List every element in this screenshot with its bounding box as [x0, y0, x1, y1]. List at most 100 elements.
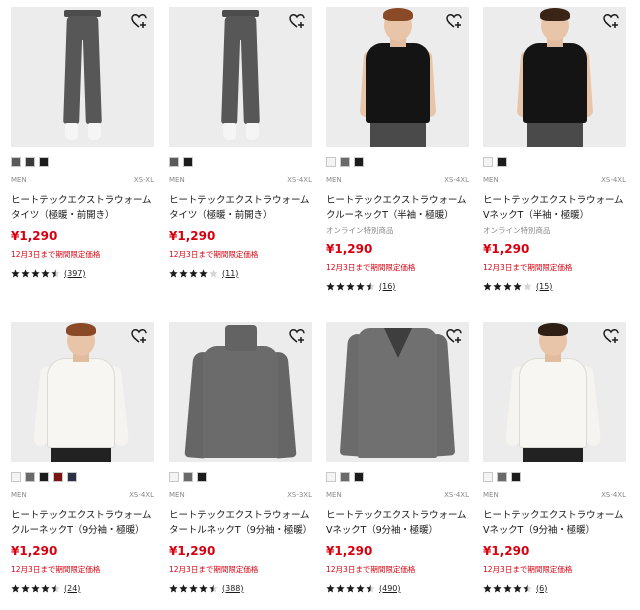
product-title[interactable]: ヒートテックエクストラウォームVネックT（9分袖・極暖） — [326, 508, 469, 538]
color-swatch[interactable] — [183, 157, 193, 167]
color-swatch[interactable] — [183, 472, 193, 482]
color-swatch[interactable] — [326, 472, 336, 482]
product-title[interactable]: ヒートテックエクストラウォームクルーネックT（半袖・極暖） — [326, 193, 469, 223]
star-rating — [11, 583, 60, 593]
product-meta: MEN XS-4XL — [169, 176, 312, 185]
color-swatch[interactable] — [67, 472, 77, 482]
product-title[interactable]: ヒートテックエクストラウォームクルーネックT（9分袖・極暖） — [11, 508, 154, 538]
color-swatch[interactable] — [497, 472, 507, 482]
heart-plus-icon[interactable] — [603, 13, 619, 29]
color-swatch[interactable] — [511, 472, 521, 482]
star-icon — [503, 281, 512, 290]
product-card[interactable]: MEN XS-4XL ヒートテックエクストラウォームVネックT（9分袖・極暖） ¥1,… — [326, 322, 469, 594]
product-card[interactable]: MEN XS-4XL ヒートテックエクストラウォームVネックT（9分袖・極暖） ¥1,… — [483, 322, 626, 594]
star-icon — [41, 268, 50, 277]
star-icon — [179, 583, 188, 592]
star-icon — [209, 268, 218, 277]
color-swatch[interactable] — [11, 157, 21, 167]
review-count-link[interactable]: (24) — [64, 584, 80, 593]
color-swatches — [11, 472, 154, 482]
color-swatch[interactable] — [169, 472, 179, 482]
color-swatch[interactable] — [483, 157, 493, 167]
product-price: ¥1,290 — [326, 544, 373, 558]
product-card[interactable]: MEN XS-4XL ヒートテックエクストラウォームVネックT（半袖・極暖） オンライ… — [483, 7, 626, 292]
color-swatch[interactable] — [39, 157, 49, 167]
product-image[interactable] — [326, 7, 469, 147]
star-icon — [336, 583, 345, 592]
color-swatch[interactable] — [354, 472, 364, 482]
product-image[interactable] — [169, 322, 312, 462]
product-image[interactable] — [483, 7, 626, 147]
review-count-link[interactable]: (11) — [222, 269, 238, 278]
star-rating — [11, 268, 60, 278]
color-swatch[interactable] — [11, 472, 21, 482]
color-swatch[interactable] — [39, 472, 49, 482]
product-grid: MEN XS-XL ヒートテックエクストラウォームタイツ（極暖・前開き） ¥1,290… — [0, 0, 640, 610]
color-swatch[interactable] — [25, 472, 35, 482]
color-swatch[interactable] — [483, 472, 493, 482]
color-swatches — [326, 157, 469, 167]
star-icon — [179, 268, 188, 277]
product-image[interactable] — [11, 7, 154, 147]
model-longsleeve — [519, 358, 587, 448]
product-card[interactable]: MEN XS-4XL ヒートテックエクストラウォームクルーネックT（半袖・極暖） オン… — [326, 7, 469, 292]
product-card[interactable]: MEN XS-3XL ヒートテックエクストラウォームタートルネックT（9分袖・極暖）… — [169, 322, 312, 594]
star-icon — [346, 281, 355, 290]
heart-plus-icon[interactable] — [446, 328, 462, 344]
color-swatch[interactable] — [197, 472, 207, 482]
sock-right — [246, 123, 259, 140]
limited-price-note: 12月3日まで期間限定価格 — [11, 250, 101, 259]
product-image[interactable] — [326, 322, 469, 462]
product-rating: (388) — [169, 582, 312, 594]
product-price: ¥1,290 — [169, 229, 216, 243]
model-pants — [523, 446, 583, 462]
color-swatch[interactable] — [53, 472, 63, 482]
color-swatch[interactable] — [326, 157, 336, 167]
review-count-link[interactable]: (15) — [536, 282, 552, 291]
size-range: XS-4XL — [444, 176, 469, 184]
product-image[interactable] — [169, 7, 312, 147]
product-card[interactable]: MEN XS-4XL ヒートテックエクストラウォームタイツ（極暖・前開き） ¥1,29… — [169, 7, 312, 279]
product-rating: (15) — [483, 280, 626, 292]
color-swatch[interactable] — [497, 157, 507, 167]
heart-plus-icon[interactable] — [446, 13, 462, 29]
heart-plus-icon[interactable] — [131, 328, 147, 344]
review-count-link[interactable]: (397) — [64, 269, 86, 278]
product-title[interactable]: ヒートテックエクストラウォームタートルネックT（9分袖・極暖） — [169, 508, 312, 538]
product-title[interactable]: ヒートテックエクストラウォームVネックT（9分袖・極暖） — [483, 508, 626, 538]
product-image[interactable] — [11, 322, 154, 462]
color-swatch[interactable] — [354, 157, 364, 167]
heart-plus-icon[interactable] — [289, 328, 305, 344]
product-title[interactable]: ヒートテックエクストラウォームタイツ（極暖・前開き） — [169, 193, 312, 223]
star-icon — [336, 281, 345, 290]
review-count-link[interactable]: (490) — [379, 584, 401, 593]
product-image[interactable] — [483, 322, 626, 462]
heart-plus-icon[interactable] — [289, 13, 305, 29]
product-title[interactable]: ヒートテックエクストラウォームタイツ（極暖・前開き） — [11, 193, 154, 223]
review-count-link[interactable]: (6) — [536, 584, 547, 593]
star-icon — [523, 281, 532, 290]
product-title[interactable]: ヒートテックエクストラウォームVネックT（半袖・極暖） — [483, 193, 626, 223]
shirt-body — [203, 346, 278, 458]
online-exclusive-note: オンライン特別商品 — [326, 226, 394, 235]
color-swatch[interactable] — [25, 157, 35, 167]
product-card[interactable]: MEN XS-4XL ヒートテックエクストラウォームクルーネックT（9分袖・極暖） ¥… — [11, 322, 154, 594]
product-card[interactable]: MEN XS-XL ヒートテックエクストラウォームタイツ（極暖・前開き） ¥1,290… — [11, 7, 154, 279]
product-meta: MEN XS-4XL — [483, 491, 626, 500]
gender-label: MEN — [11, 176, 27, 184]
heart-plus-icon[interactable] — [603, 328, 619, 344]
star-icon — [189, 583, 198, 592]
color-swatch[interactable] — [340, 472, 350, 482]
color-swatch[interactable] — [169, 157, 179, 167]
heart-plus-icon[interactable] — [131, 13, 147, 29]
review-count-link[interactable]: (388) — [222, 584, 244, 593]
star-icon — [21, 583, 30, 592]
review-count-link[interactable]: (16) — [379, 282, 395, 291]
product-rating: (397) — [11, 267, 154, 279]
limited-price-note: 12月3日まで期間限定価格 — [326, 565, 416, 574]
product-meta: MEN XS-4XL — [483, 176, 626, 185]
star-icon — [483, 281, 492, 290]
color-swatch[interactable] — [340, 157, 350, 167]
star-icon — [189, 268, 198, 277]
product-meta: MEN XS-3XL — [169, 491, 312, 500]
